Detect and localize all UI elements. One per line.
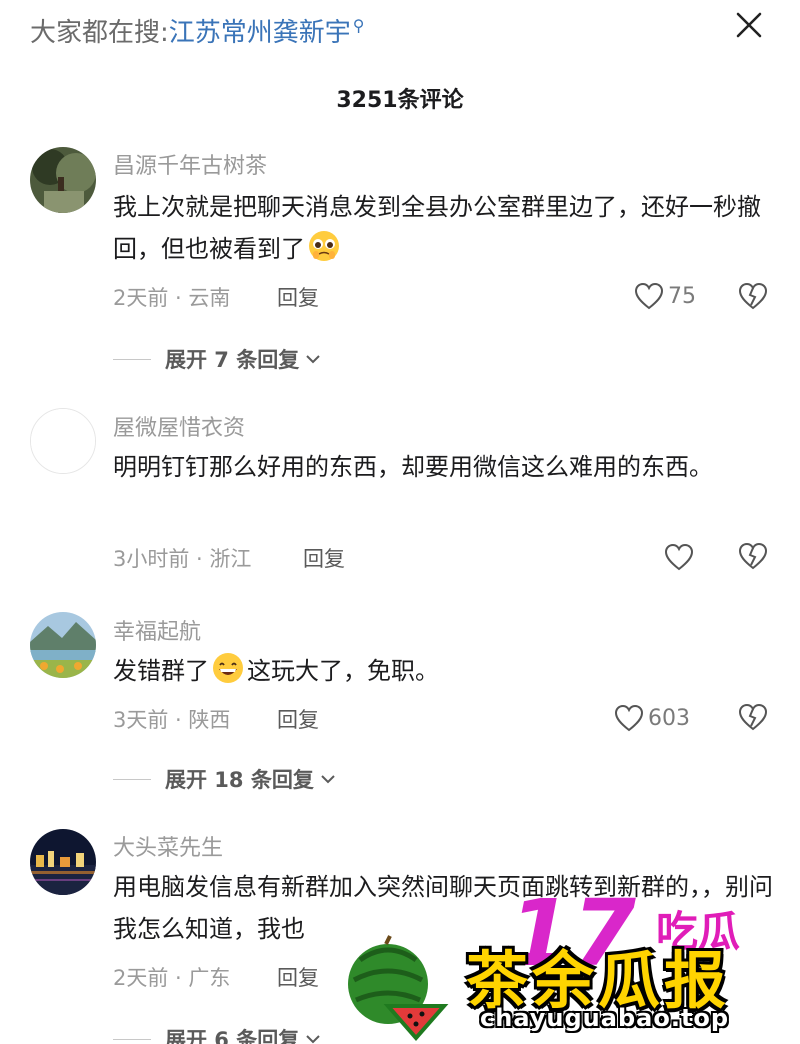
avatar[interactable] — [30, 612, 96, 678]
expand-replies-button[interactable]: 展开 7 条回复 — [113, 344, 321, 374]
expand-replies-button[interactable]: 展开 18 条回复 — [113, 764, 336, 794]
comment-meta: 3小时前 · 浙江 — [113, 547, 252, 571]
grinning-face-emoji-icon — [213, 653, 243, 683]
reply-button[interactable]: 回复 — [277, 704, 319, 734]
broken-heart-icon — [738, 282, 768, 310]
like-button[interactable] — [664, 542, 694, 572]
comment-text: 发错群了 这玩大了，免职。 — [113, 650, 773, 692]
like-button[interactable]: 603 — [614, 703, 690, 733]
avatar[interactable] — [30, 408, 96, 474]
watermark-url: chayuguabao.top — [480, 1004, 730, 1032]
chevron-down-icon — [306, 355, 320, 364]
comment-count-title: 3251条评论 — [336, 88, 464, 113]
divider — [113, 778, 151, 780]
divider — [113, 358, 151, 360]
comment-meta: 2天前 · 广东 — [113, 966, 231, 990]
broken-heart-icon — [738, 703, 768, 731]
dislike-button[interactable] — [738, 702, 768, 732]
comment-meta: 3天前 · 陕西 — [113, 708, 231, 732]
reply-button[interactable]: 回复 — [277, 282, 319, 312]
like-count: 603 — [648, 705, 690, 731]
divider — [113, 1038, 151, 1040]
comment-text-content: 我上次就是把聊天消息发到全县办公室群里边了，还好一秒撤回，但也被看到了 — [113, 193, 761, 263]
like-count: 75 — [668, 283, 696, 309]
expand-replies-label: 展开 7 条回复 — [165, 348, 300, 372]
reply-button[interactable]: 回复 — [303, 543, 345, 573]
avatar[interactable] — [30, 829, 96, 895]
comment-text-before: 发错群了 — [113, 657, 209, 685]
comment-text: 我上次就是把聊天消息发到全县办公室群里边了，还好一秒撤回，但也被看到了 — [113, 186, 773, 270]
chevron-down-icon — [321, 775, 335, 784]
trending-search-keyword[interactable]: 江苏常州龚新宇 — [169, 18, 351, 48]
comment-username[interactable]: 屋微屋惜衣资 — [113, 410, 245, 442]
comment-meta: 2天前 · 云南 — [113, 286, 231, 310]
heart-icon — [664, 543, 694, 571]
heart-icon — [634, 282, 664, 310]
expand-replies-label: 展开 6 条回复 — [165, 1028, 300, 1044]
pleading-face-emoji-icon — [309, 231, 339, 261]
top-bar: 大家都在搜:江苏常州龚新宇 ⚲ — [0, 0, 800, 60]
trending-search-prefix: 大家都在搜: — [30, 18, 169, 48]
like-button[interactable]: 75 — [634, 281, 696, 311]
dislike-button[interactable] — [738, 541, 768, 571]
avatar[interactable] — [30, 147, 96, 213]
close-icon — [736, 12, 762, 38]
close-button[interactable] — [732, 8, 766, 42]
comment-username[interactable]: 昌源千年古树茶 — [113, 148, 267, 180]
reply-button[interactable]: 回复 — [277, 962, 319, 992]
dislike-button[interactable] — [738, 281, 768, 311]
expand-replies-button[interactable]: 展开 6 条回复 — [113, 1024, 321, 1044]
broken-heart-icon — [738, 542, 768, 570]
comment-username[interactable]: 大头菜先生 — [113, 830, 223, 862]
search-icon: ⚲ — [352, 16, 365, 36]
expand-replies-label: 展开 18 条回复 — [165, 768, 314, 792]
chevron-down-icon — [306, 1035, 320, 1044]
comment-text: 明明钉钉那么好用的东西，却要用微信这么难用的东西。 — [113, 453, 713, 481]
trending-search[interactable]: 大家都在搜:江苏常州龚新宇 ⚲ — [30, 12, 365, 49]
heart-icon — [614, 704, 644, 732]
comment-text-after: 这玩大了，免职。 — [247, 657, 439, 685]
comment-username[interactable]: 幸福起航 — [113, 614, 201, 646]
